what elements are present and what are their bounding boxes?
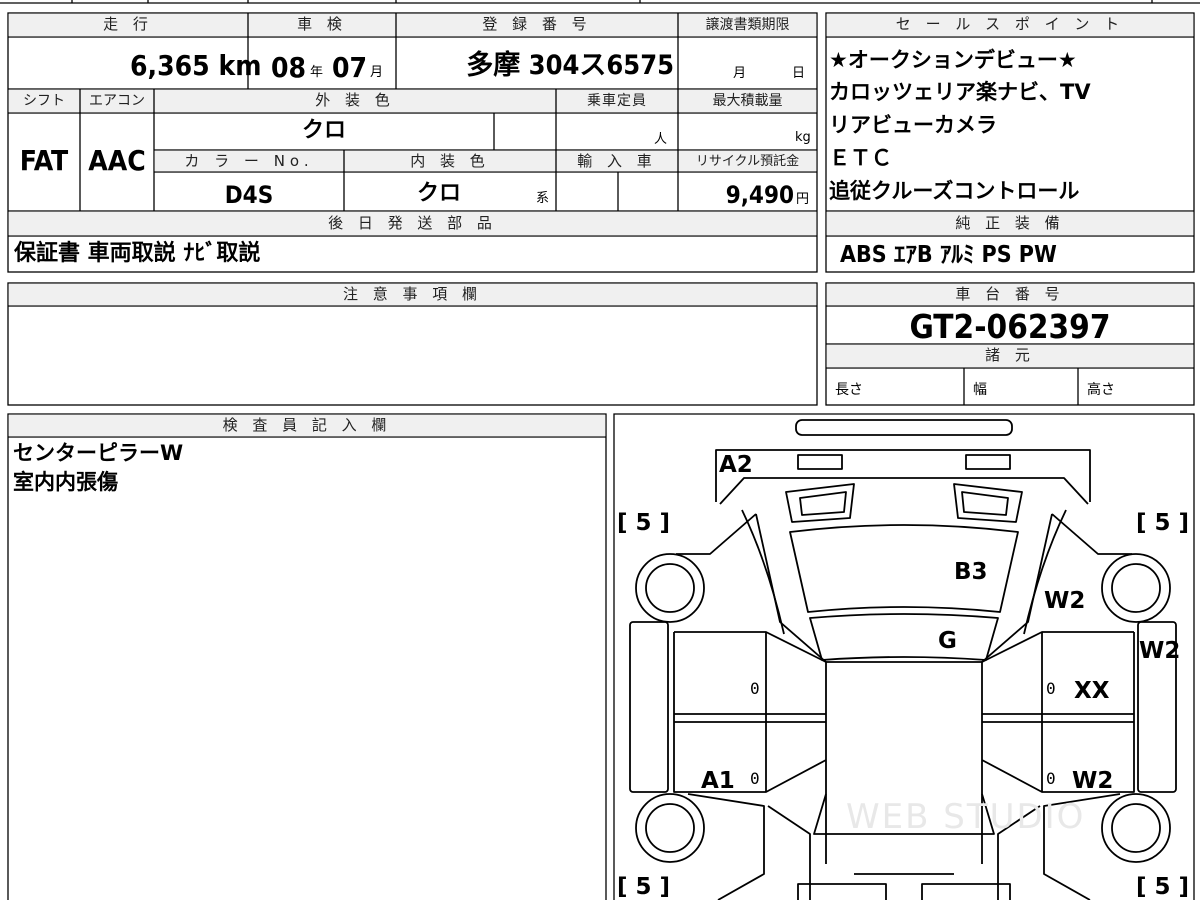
- damage-mark-xx: XX: [1074, 678, 1110, 704]
- tire-mark-rear-left: [ 5 ]: [617, 510, 671, 536]
- aircon-value: AAC: [88, 144, 146, 177]
- transfer-deadline-header: 譲渡書類期限: [705, 17, 790, 33]
- standard-equipment-value: ABS ｴｱB ｱﾙﾐ PS PW: [840, 242, 1057, 268]
- zero-mark: 0: [1046, 769, 1056, 788]
- interior-color-value: クロ: [416, 181, 461, 206]
- mileage-header: 走 行: [103, 15, 153, 33]
- damage-mark-w2-side: W2: [1139, 638, 1181, 664]
- standard-equipment-header: 純 正 装 備: [955, 214, 1065, 232]
- inspector-note-2: 室内内張傷: [13, 470, 118, 494]
- chassis-number: GT2-062397: [909, 307, 1111, 346]
- sales-point-2: カロッツェリア楽ナビ、TV: [829, 80, 1091, 104]
- zero-mark: 0: [1046, 679, 1056, 698]
- load-unit: kg: [795, 130, 811, 145]
- damage-mark-w2-upper: W2: [1044, 588, 1086, 614]
- inspection-month: 07: [332, 51, 368, 84]
- tire-mark-rear-right: [ 5 ]: [1136, 510, 1190, 536]
- shift-value: FAT: [19, 144, 69, 177]
- capacity-header: 乗車定員: [587, 93, 647, 109]
- inspection-year: 08: [271, 51, 307, 84]
- sales-point-4: ＥＴＣ: [829, 146, 892, 170]
- max-load-header: 最大積載量: [712, 93, 783, 109]
- sales-points-header: セ ー ル ス ポ イ ン ト: [895, 15, 1125, 33]
- color-no-value: D4S: [224, 181, 274, 209]
- tire-mark-front-right: [ 5 ]: [1136, 874, 1190, 900]
- damage-mark-a2: A2: [719, 452, 753, 478]
- registration-header: 登 録 番 号: [482, 15, 592, 33]
- registration-number: 多摩 304ス6575: [466, 50, 674, 81]
- spec-length-label: 長さ: [835, 382, 863, 398]
- spec-height-label: 高さ: [1087, 382, 1115, 398]
- interior-color-suffix: 系: [536, 191, 550, 206]
- sales-point-5: 追従クルーズコントロール: [829, 179, 1080, 203]
- inspector-note-1: センターピラーW: [13, 441, 184, 465]
- watermark: WEB STUDIO: [846, 797, 1086, 837]
- inspector-header: 検 査 員 記 入 欄: [222, 416, 392, 434]
- damage-mark-w2-lower: W2: [1072, 768, 1114, 794]
- notes-header: 注 意 事 項 欄: [342, 285, 483, 303]
- aircon-header: エアコン: [89, 93, 145, 109]
- sales-point-3: リアビューカメラ: [829, 113, 997, 137]
- damage-mark-g: G: [938, 628, 957, 654]
- deadline-day-unit: 日: [792, 66, 806, 81]
- tire-mark-front-left: [ 5 ]: [617, 874, 671, 900]
- capacity-unit: 人: [654, 132, 668, 147]
- specs-header: 諸 元: [985, 346, 1035, 364]
- damage-mark-a1: A1: [701, 768, 735, 794]
- inspection-header: 車 検: [297, 15, 347, 33]
- mileage-value: 6,365 km: [130, 49, 262, 82]
- deadline-month-unit: 月: [733, 66, 747, 81]
- sales-point-1: ★オークションデビュー★: [829, 48, 1077, 72]
- recycle-value: 9,490: [725, 181, 794, 209]
- zero-mark: 0: [750, 769, 760, 788]
- exterior-color-value: クロ: [301, 118, 346, 143]
- damage-mark-b3: B3: [954, 559, 988, 585]
- recycle-unit: 円: [796, 192, 810, 207]
- shift-header: シフト: [23, 93, 65, 109]
- zero-mark: 0: [750, 679, 760, 698]
- exterior-color-header: 外 装 色: [315, 91, 395, 109]
- inspection-month-unit: 月: [370, 65, 384, 80]
- inspection-year-unit: 年: [310, 65, 324, 80]
- post-shipping-header: 後 日 発 送 部 品: [328, 214, 497, 232]
- chassis-no-header: 車 台 番 号: [955, 285, 1065, 303]
- interior-color-header: 内 装 色: [410, 152, 490, 170]
- import-header: 輸 入 車: [577, 152, 657, 170]
- post-shipping-parts: 保証書 車両取説 ﾅﾋﾞ取説: [14, 241, 261, 266]
- spec-width-label: 幅: [973, 382, 987, 398]
- recycle-header: リサイクル預託金: [695, 154, 800, 169]
- color-no-header: カ ラ ー No.: [184, 152, 314, 170]
